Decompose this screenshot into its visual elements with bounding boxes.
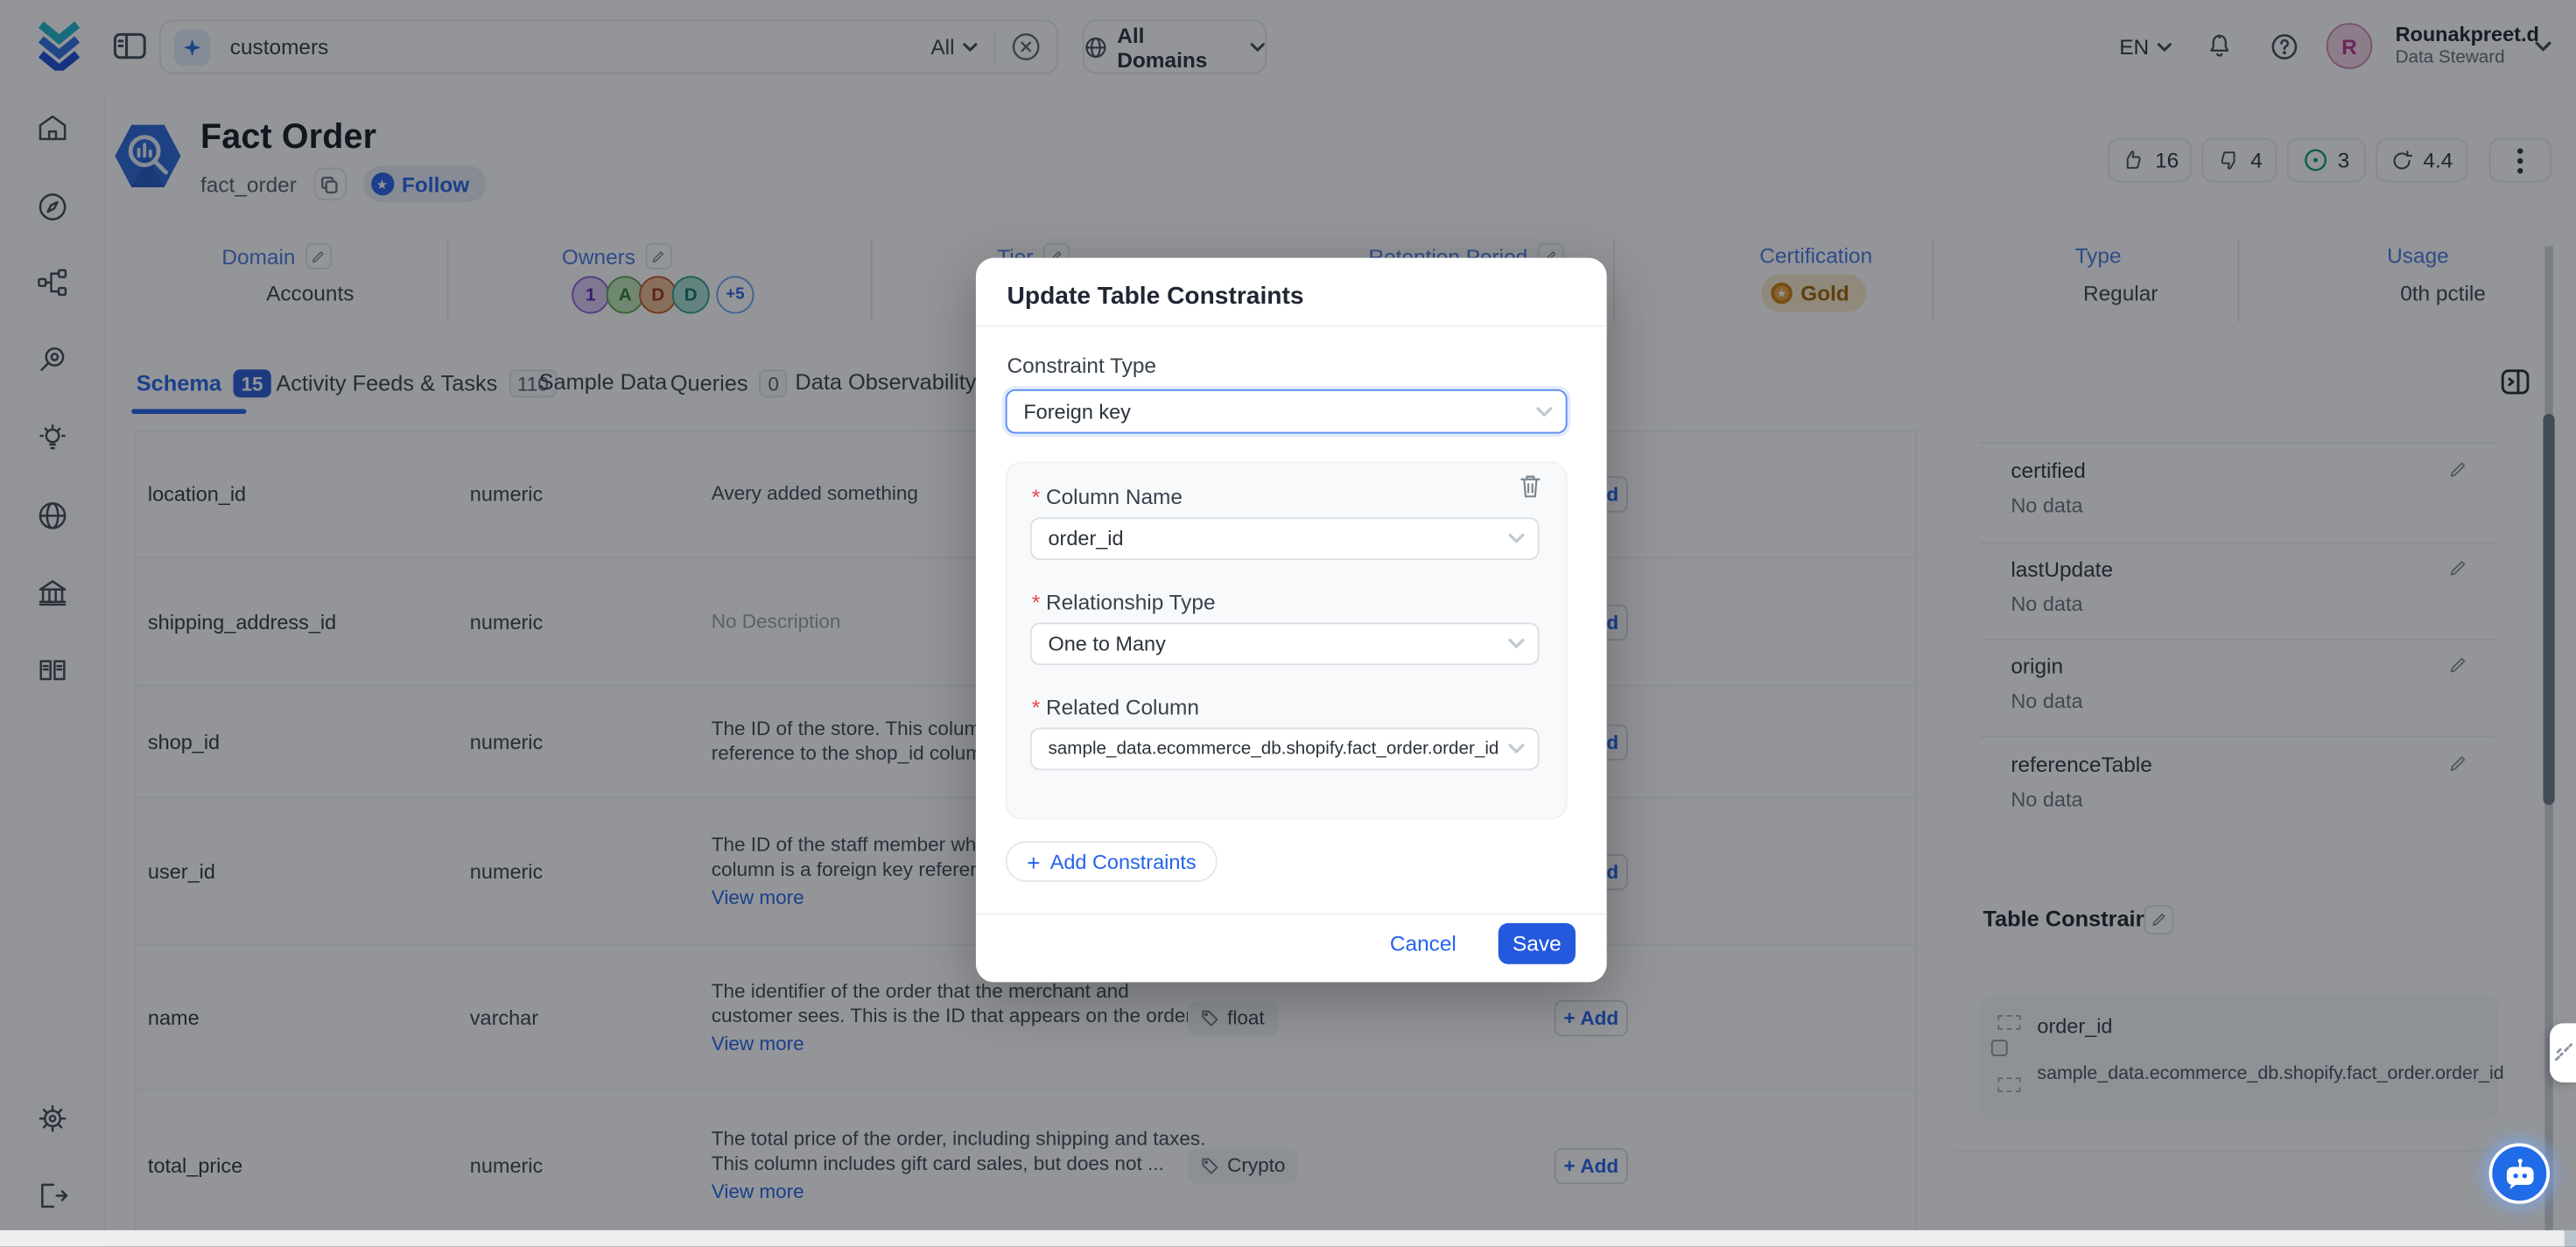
scrollbar-corner xyxy=(2565,1230,2576,1247)
lineage-handle-icon xyxy=(2554,1043,2572,1063)
relationship-type-label: Relationship Type xyxy=(1032,590,1216,614)
column-name-select[interactable]: order_id xyxy=(1030,517,1540,560)
update-table-constraints-modal: Update Table Constraints Constraint Type… xyxy=(976,258,1607,983)
relationship-type-select[interactable]: One to Many xyxy=(1030,622,1540,665)
save-button[interactable]: Save xyxy=(1499,923,1576,964)
app-window: customers All All Domains EN xyxy=(0,0,2576,1247)
robot-icon xyxy=(2502,1157,2537,1190)
constraint-type-label: Constraint Type xyxy=(1007,354,1156,378)
related-column-label: Related Column xyxy=(1032,695,1199,719)
divider xyxy=(976,914,1607,915)
related-column-select[interactable]: sample_data.ecommerce_db.shopify.fact_or… xyxy=(1030,727,1540,770)
chat-assistant-button[interactable] xyxy=(2489,1143,2550,1203)
constraint-type-select[interactable]: Foreign key xyxy=(1006,389,1568,434)
modal-title: Update Table Constraints xyxy=(1007,283,1304,311)
delete-constraint-trash-icon[interactable] xyxy=(1518,473,1542,500)
column-name-label: Column Name xyxy=(1032,485,1183,509)
divider xyxy=(976,326,1607,327)
horizontal-scrollbar-track[interactable] xyxy=(0,1230,2565,1247)
add-constraints-button[interactable]: +Add Constraints xyxy=(1006,841,1218,882)
cancel-button[interactable]: Cancel xyxy=(1390,931,1456,956)
side-panel-handle[interactable] xyxy=(2550,1023,2576,1082)
